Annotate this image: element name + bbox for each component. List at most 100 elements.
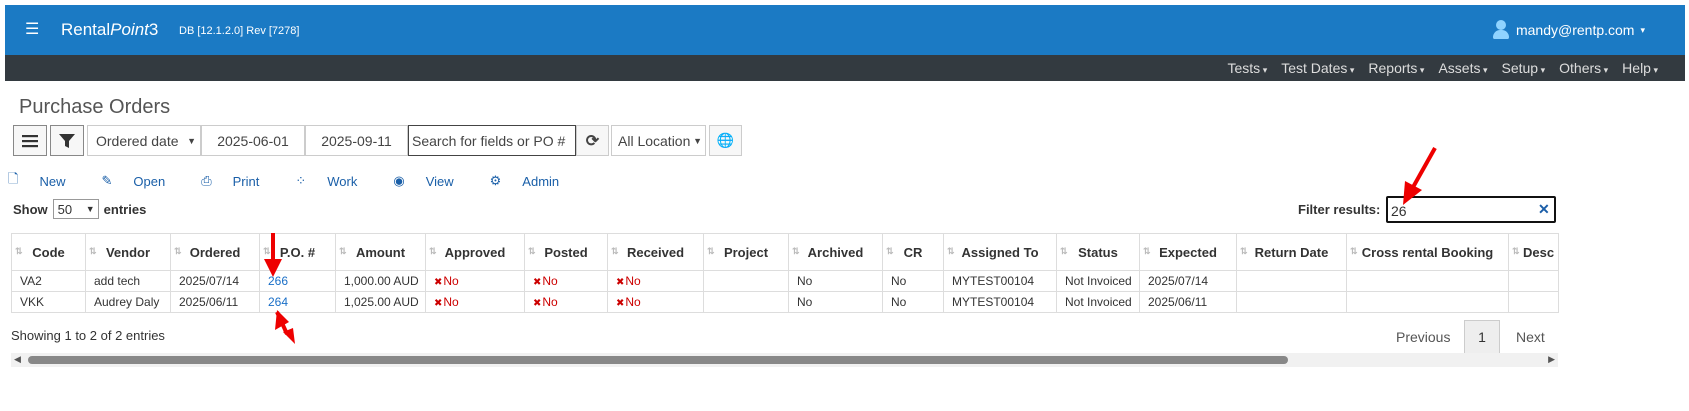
funnel-icon [59,133,75,148]
col-return-date[interactable]: Return Date [1236,233,1347,271]
table-row[interactable]: VA2 add tech 2025/07/14 266 1,000.00 AUD… [11,270,1559,292]
cell-vendor: Audrey Daly [85,291,171,313]
col-assigned-to[interactable]: Assigned To [943,233,1057,271]
nav-assets[interactable]: Assets [1438,60,1487,76]
cell-posted: No [524,270,608,292]
cell-code: VA2 [11,270,86,292]
nav-help[interactable]: Help [1622,60,1658,76]
col-project[interactable]: Project [703,233,789,271]
page-title: Purchase Orders [19,96,171,118]
from-date-input[interactable]: 2025-06-01 [201,125,305,156]
cell-amount: 1,025.00 AUD [335,291,426,313]
scroll-left-icon[interactable]: ◀ [14,354,21,365]
menu-button[interactable] [13,125,47,156]
date-field-value: Ordered date [96,132,179,149]
eye-icon: ◉ [393,173,405,188]
cell-desc [1508,291,1559,313]
view-button[interactable]: ◉ View [393,173,471,189]
cell-project [703,291,789,313]
cell-assigned-to: MYTEST00104 [943,291,1057,313]
cell-approved: No [425,291,525,313]
print-button[interactable]: ⎙ Print [201,173,277,189]
user-email: mandy@rentp.com [1515,22,1635,38]
nav-others[interactable]: Others [1559,60,1608,76]
open-label: Open [133,173,166,189]
date-field-select[interactable]: Ordered date ▼ [87,125,201,156]
location-select[interactable]: All Location ▼ [611,125,706,156]
cell-archived: No [788,270,883,292]
col-code[interactable]: Code [11,233,86,271]
cell-cross-rental [1346,291,1509,313]
cell-desc [1508,270,1559,292]
filter-button[interactable] [50,125,84,156]
entries-select[interactable]: 50 ▼ [52,199,99,219]
hamburger-icon[interactable]: ☰ [25,19,39,39]
scroll-right-icon[interactable]: ▶ [1548,354,1555,365]
cell-project [703,270,789,292]
gears-icon: ⚙ [489,173,502,188]
new-button[interactable]: 🗋 New [8,170,83,192]
cell-return-date [1236,291,1347,313]
cell-code: VKK [11,291,86,313]
file-icon: 🗋 [8,171,19,186]
view-label: View [425,173,454,189]
globe-icon: 🌐 [716,132,735,148]
work-button[interactable]: ⁘ Work [295,173,375,189]
scrollbar-thumb[interactable] [28,356,1288,364]
search-input[interactable]: Search for fields or PO # [408,125,576,156]
app-window: { "header":{"menu_icon":"hamburger-icon"… [0,0,1689,411]
entries-label: entries [103,201,147,217]
nav-tests[interactable]: Tests [1228,60,1268,76]
cell-cr: No [882,291,944,313]
brand-logo: RentalPoint3 [61,20,159,39]
col-amount[interactable]: Amount [335,233,426,271]
col-vendor[interactable]: Vendor [85,233,171,271]
col-posted[interactable]: Posted [524,233,608,271]
user-menu[interactable]: mandy@rentp.com ▾ [1492,20,1645,40]
work-label: Work [327,173,358,189]
nav-test-dates[interactable]: Test Dates [1281,60,1354,76]
cell-status: Not Invoiced [1056,270,1140,292]
col-status[interactable]: Status [1056,233,1140,271]
annotation-arrow-icon [275,310,295,344]
cell-approved: No [425,270,525,292]
col-received[interactable]: Received [607,233,704,271]
table-row[interactable]: VKK Audrey Daly 2025/06/11 264 1,025.00 … [11,291,1559,313]
open-button[interactable]: ✎ Open [101,173,183,189]
col-ordered[interactable]: Ordered [170,233,260,271]
print-label: Print [232,173,260,189]
previous-button[interactable]: Previous [1396,320,1450,354]
col-cross-rental[interactable]: Cross rental Booking [1346,233,1509,271]
col-cr[interactable]: CR [882,233,944,271]
print-icon: ⎙ [201,173,212,188]
col-expected[interactable]: Expected [1139,233,1237,271]
cell-assigned-to: MYTEST00104 [943,270,1057,292]
to-date-input[interactable]: 2025-09-11 [305,125,408,156]
list-icon [22,134,38,147]
cell-vendor: add tech [85,270,171,292]
next-button[interactable]: Next [1516,320,1545,354]
col-approved[interactable]: Approved [425,233,525,271]
admin-label: Admin [522,173,560,189]
cell-expected: 2025/07/14 [1139,270,1237,292]
action-bar: 🗋 New ✎ Open ⎙ Print ⁘ Work ◉ View ⚙ Admin [8,168,559,194]
purchase-orders-table: Code Vendor Ordered P.O. # Amount Approv… [11,233,1559,313]
col-archived[interactable]: Archived [788,233,883,271]
cell-status: Not Invoiced [1056,291,1140,313]
cell-ordered: 2025/07/14 [170,270,260,292]
refresh-button[interactable]: ⟳ [576,125,609,156]
annotation-arrow-icon [1403,147,1437,205]
admin-button[interactable]: ⚙ Admin [490,173,578,189]
globe-button[interactable]: 🌐 [709,125,742,156]
cell-received: No [607,270,704,292]
cell-received: No [607,291,704,313]
cell-return-date [1236,270,1347,292]
nav-reports[interactable]: Reports [1368,60,1424,76]
cell-posted: No [524,291,608,313]
clear-filter-icon[interactable]: ✕ [1538,201,1550,218]
col-desc[interactable]: Desc [1508,233,1559,271]
horizontal-scrollbar[interactable]: ◀ ▶ [11,353,1558,367]
filter-label: Filter results: [1298,202,1381,217]
page-button[interactable]: 1 [1464,320,1500,354]
nav-setup[interactable]: Setup [1502,60,1546,76]
